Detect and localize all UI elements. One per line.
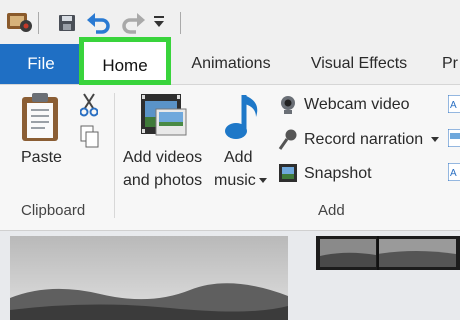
cut-icon[interactable] xyxy=(80,93,98,117)
record-narration-button[interactable]: Record narration xyxy=(304,131,423,149)
app-icon[interactable] xyxy=(6,10,32,34)
tab-visual-effects[interactable]: Visual Effects xyxy=(300,44,418,84)
add-music-label-line1[interactable]: Add xyxy=(224,149,252,167)
add-music-label-line2[interactable]: music xyxy=(214,172,256,190)
tab-animations[interactable]: Animations xyxy=(183,44,279,84)
webcam-icon xyxy=(281,96,295,114)
record-narration-dropdown-icon[interactable] xyxy=(431,137,439,143)
redo-icon[interactable] xyxy=(120,10,146,36)
add-videos-photos-icon xyxy=(141,94,187,136)
save-icon[interactable] xyxy=(58,14,76,32)
ribbon-home: Paste Clipboard Add videos and photos Ad… xyxy=(0,85,460,231)
svg-text:A: A xyxy=(450,100,457,111)
tab-home[interactable]: Home xyxy=(79,37,171,85)
tab-file[interactable]: File xyxy=(0,44,82,84)
music-note-icon xyxy=(225,95,258,139)
ribbon-tab-bar: File Home Animations Visual Effects Pr xyxy=(0,37,460,85)
add-videos-label-line2[interactable]: and photos xyxy=(123,172,202,190)
add-videos-label-line1[interactable]: Add videos xyxy=(123,149,202,167)
paste-button[interactable]: Paste xyxy=(21,149,62,167)
webcam-video-button[interactable]: Webcam video xyxy=(304,96,410,114)
add-group-label: Add xyxy=(318,202,345,219)
title-icon[interactable]: A xyxy=(448,95,460,113)
undo-icon[interactable] xyxy=(86,10,112,36)
clipboard-group-label: Clipboard xyxy=(21,202,86,219)
snapshot-icon xyxy=(279,164,297,182)
clipboard-icon xyxy=(22,93,58,141)
tab-partial[interactable]: Pr xyxy=(442,44,460,84)
video-preview[interactable] xyxy=(10,236,288,320)
storyboard-clip[interactable] xyxy=(316,236,460,270)
credits-icon[interactable]: A xyxy=(448,163,460,181)
microphone-icon xyxy=(278,129,297,150)
copy-icon[interactable] xyxy=(80,125,100,149)
caption-icon[interactable] xyxy=(448,129,460,147)
add-music-dropdown-icon[interactable] xyxy=(259,178,267,184)
customize-icon[interactable] xyxy=(152,14,166,32)
quick-access-toolbar xyxy=(0,0,460,44)
snapshot-button[interactable]: Snapshot xyxy=(304,165,372,183)
svg-text:A: A xyxy=(450,168,457,179)
